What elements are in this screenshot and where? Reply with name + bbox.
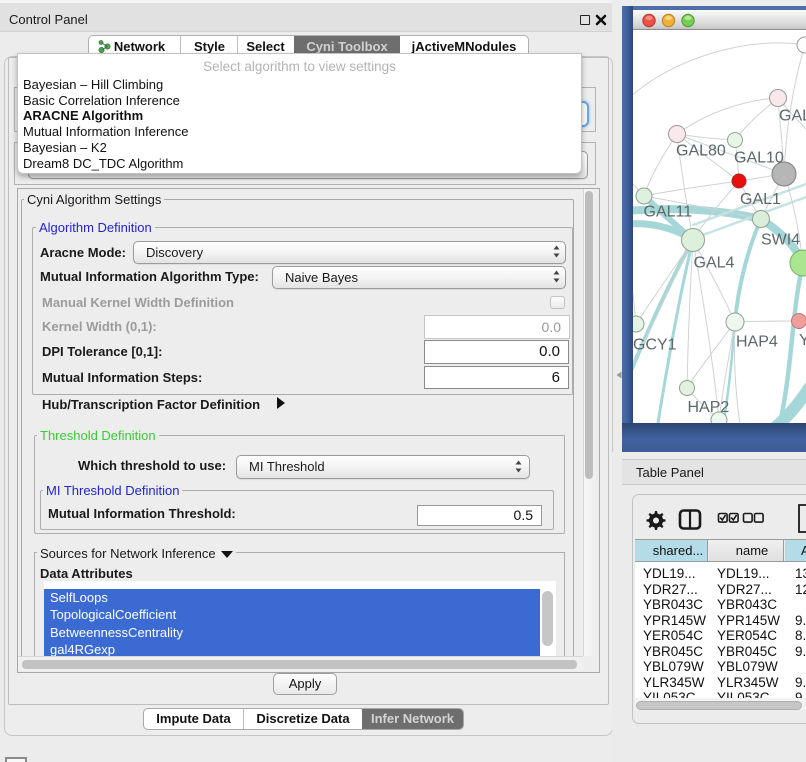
svg-text:GAL1: GAL1 (740, 191, 781, 208)
svg-text:GAL11: GAL11 (644, 204, 693, 221)
svg-text:HAP2: HAP2 (688, 399, 730, 416)
svg-text:GAL: GAL (779, 108, 806, 125)
svg-text:Y: Y (799, 332, 806, 349)
svg-text:GAL4: GAL4 (694, 255, 735, 272)
svg-text:GAL10: GAL10 (734, 150, 784, 167)
svg-text:GAL80: GAL80 (676, 143, 726, 160)
svg-text:HAP4: HAP4 (736, 334, 778, 351)
svg-text:SWI4: SWI4 (761, 232, 800, 249)
svg-text:GCY1: GCY1 (633, 337, 677, 354)
